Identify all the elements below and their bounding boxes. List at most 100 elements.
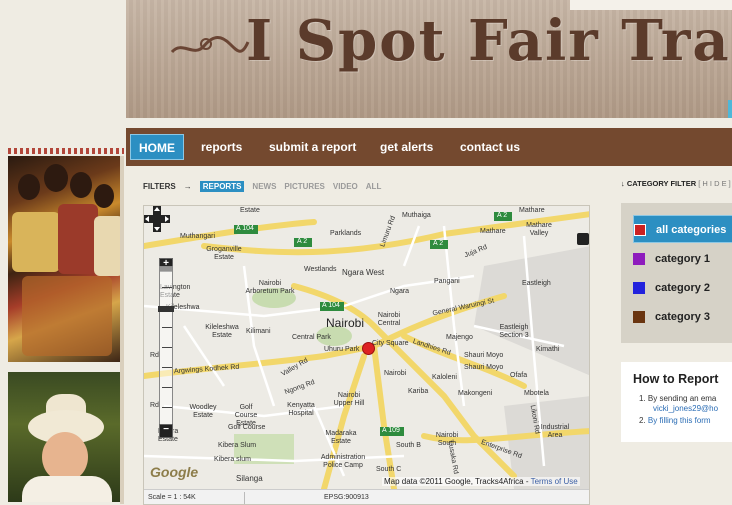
map-label: Majengo — [446, 334, 473, 341]
map-label: Rd — [150, 402, 159, 409]
map-copyright: Map data ©2011 Google, Tracks4Africa - T… — [382, 477, 580, 486]
map-label: Mbotela — [524, 390, 549, 397]
filter-video[interactable]: VIDEO — [333, 182, 358, 191]
category-3[interactable]: category 3 — [633, 303, 732, 331]
map-label: Nairobi Central — [377, 312, 401, 327]
map-label: Muthaiga — [402, 212, 431, 219]
map-label: Kaloleni — [432, 374, 457, 381]
how-to-report-panel: How to Report 1. By sending an ema vicki… — [621, 362, 732, 442]
map-label: Ngara West — [342, 268, 385, 277]
nav-submit-report[interactable]: submit a report — [269, 128, 356, 166]
road-badge-a2: A 2 — [433, 240, 444, 247]
map-label: Kibera slum — [214, 456, 251, 463]
map-label: Administration Police Camp — [320, 454, 366, 469]
map-label: Mathare — [519, 207, 545, 214]
map-label: Ofafa — [510, 372, 528, 379]
how-to-report-title: How to Report — [633, 372, 719, 386]
map-label: South C — [376, 466, 402, 473]
map-label: Nairobi Arboretum Park — [245, 280, 295, 295]
banner-edge-accent — [728, 100, 732, 118]
category-2[interactable]: category 2 — [633, 274, 732, 302]
category-filter-title: ↓ CATEGORY FILTER — [621, 179, 697, 188]
road-badge-a2: A 2 — [497, 212, 508, 219]
swatch-icon — [634, 224, 646, 237]
map-label: Kenyatta Hospital — [287, 402, 315, 417]
map-footer: Scale = 1 : 54K EPSG:900913 — [144, 489, 589, 504]
email-address[interactable]: vicki_jones29@ho — [653, 404, 718, 413]
how-to-step-1: 1. By sending an ema — [639, 394, 717, 403]
category-filter-hide[interactable]: [ H I D E ] — [698, 179, 731, 188]
map-label: Woodley Estate — [189, 404, 217, 419]
category-1[interactable]: category 1 — [633, 245, 732, 273]
collage-photo-woman-hat — [8, 372, 120, 502]
filter-pictures[interactable]: PICTURES — [284, 182, 324, 191]
site-title[interactable]: I Spot Fair Trade — [246, 8, 732, 74]
zoom-out-icon[interactable]: − — [159, 424, 173, 438]
map-label: Kariba — [408, 388, 429, 395]
pan-control-icon[interactable] — [144, 206, 170, 232]
filter-news[interactable]: NEWS — [252, 182, 276, 191]
layers-switcher-icon[interactable] — [577, 233, 589, 245]
map-label: Eastleigh — [522, 280, 551, 287]
category-all[interactable]: all categories — [633, 215, 732, 243]
swirl-ornament-icon — [170, 36, 250, 54]
map-label: Kibera Slum — [218, 442, 257, 449]
map-label: Kilimani — [246, 328, 271, 335]
copyright-text: Map data ©2011 Google, Tracks4Africa - — [384, 477, 531, 486]
category-label: category 1 — [655, 253, 711, 265]
filters-label: FILTERS — [143, 182, 176, 191]
decorative-border — [8, 148, 124, 154]
swatch-icon — [633, 253, 645, 266]
road-badge-a104: A 104 — [322, 302, 340, 309]
map-label: Estate — [240, 207, 260, 214]
filter-all[interactable]: ALL — [366, 182, 382, 191]
collage-photo-women — [8, 156, 122, 362]
map-label: Parklands — [330, 230, 362, 237]
zoom-slider-track[interactable] — [159, 266, 173, 426]
map-label: Golf Course — [228, 424, 266, 431]
main-nav: HOME reports submit a report get alerts … — [126, 128, 732, 166]
report-marker[interactable] — [362, 342, 375, 355]
map-label: Uhuru Park — [324, 346, 360, 353]
media-filters: FILTERS → REPORTS NEWS PICTURES VIDEO AL… — [143, 181, 381, 192]
report-form-link[interactable]: By filling this form — [648, 416, 711, 425]
filter-reports[interactable]: REPORTS — [199, 181, 245, 192]
map-label: Nairobi — [384, 370, 407, 377]
map-label: City Square — [372, 340, 409, 347]
map-label: Kimathi — [536, 346, 560, 353]
map-label: Ngara — [390, 288, 410, 295]
collage-frame — [120, 156, 124, 504]
nav-reports[interactable]: reports — [201, 128, 242, 166]
map-label: Pangani — [434, 278, 460, 285]
map-label: Mathare Valley — [526, 222, 552, 237]
road-badge-a104: A 104 — [236, 225, 254, 232]
nav-home[interactable]: HOME — [130, 134, 184, 160]
map-label: Kileleshwa Estate — [205, 324, 239, 339]
map-label: Muthangari — [180, 233, 216, 240]
map-label: Makongeni — [458, 390, 493, 397]
category-label: category 3 — [655, 311, 711, 323]
nav-get-alerts[interactable]: get alerts — [380, 128, 433, 166]
map-label: Madaraka Estate — [325, 430, 357, 445]
report-map[interactable]: A 104 A 2 A 2 A 2 A 104 A 109 Estate Mut… — [143, 205, 590, 505]
terms-of-use-link[interactable]: Terms of Use — [531, 477, 578, 486]
map-label: Industrial Area — [540, 424, 570, 439]
report-email-link[interactable]: vicki_jones29@ho — [653, 404, 718, 413]
how-to-step-2: 2. By filling this form — [639, 416, 711, 425]
road-badge-a109: A 109 — [382, 427, 400, 434]
nav-contact-us[interactable]: contact us — [460, 128, 520, 166]
map-label: Shauri Moyo — [464, 364, 504, 371]
map-label: Central Park — [292, 334, 331, 341]
step-2-number: 2. — [639, 416, 646, 425]
map-label: Westlands — [304, 266, 337, 273]
map-label: South B — [396, 442, 421, 449]
category-filter-header: ↓ CATEGORY FILTER [ H I D E ] — [621, 179, 731, 188]
category-label: all categories — [656, 224, 727, 236]
zoom-slider-handle[interactable] — [158, 306, 174, 312]
swatch-icon — [633, 282, 645, 295]
swatch-icon — [633, 311, 645, 324]
google-logo: Google — [150, 464, 199, 480]
arrow-right-icon: → — [183, 182, 192, 191]
map-label: Groganville Estate — [206, 246, 242, 261]
map-label: Eastleigh Section 3 — [499, 324, 529, 339]
